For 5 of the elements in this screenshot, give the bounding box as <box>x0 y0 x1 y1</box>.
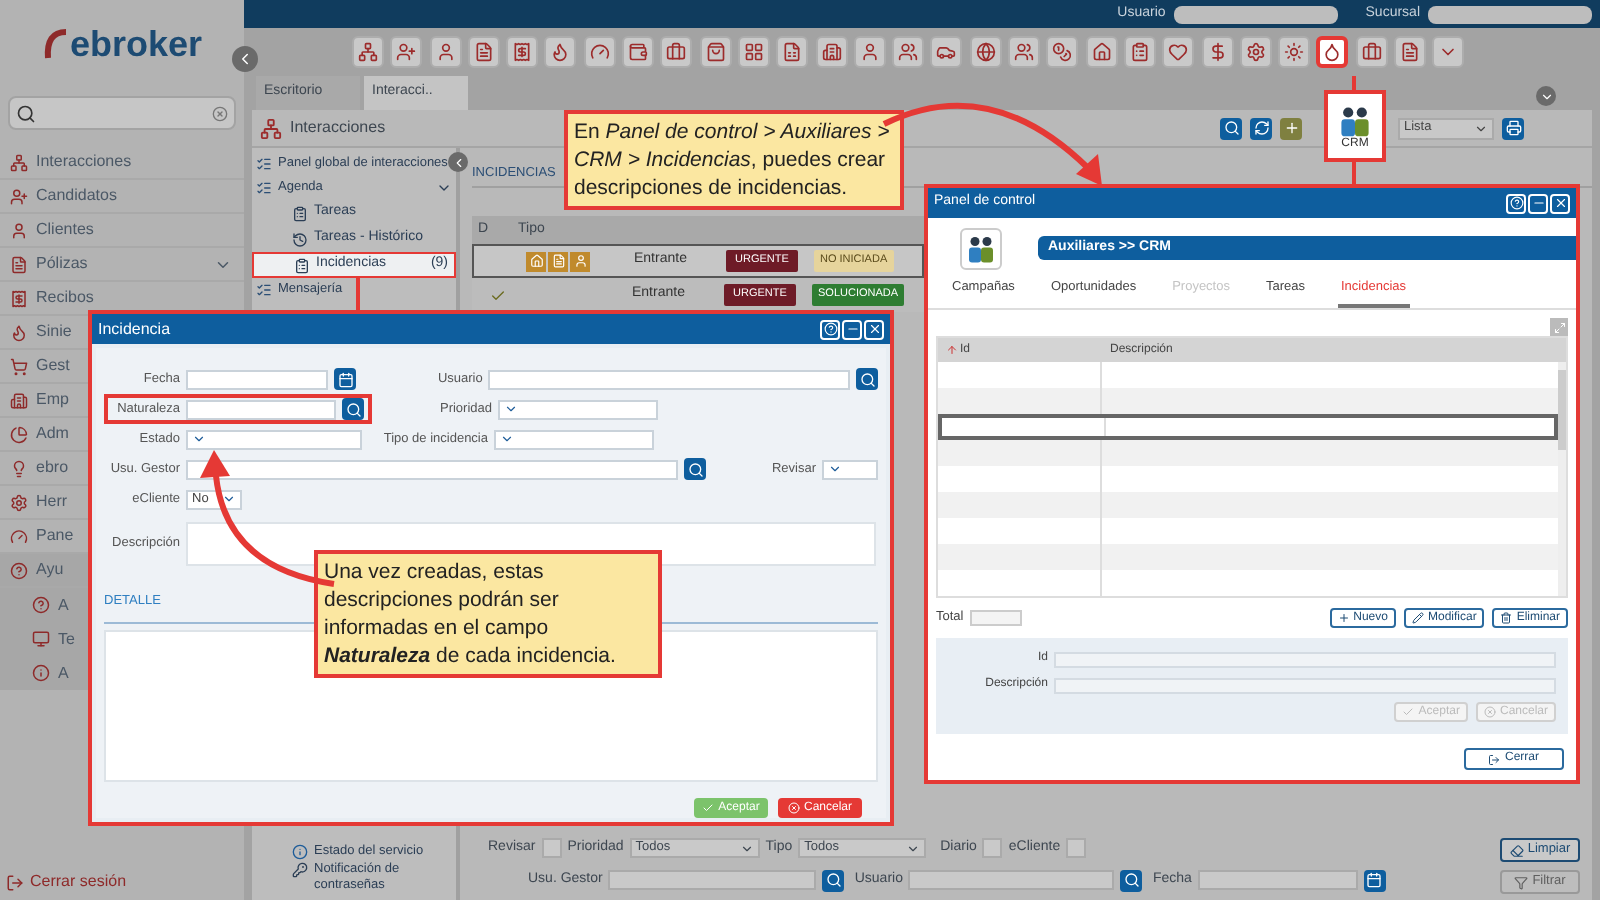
callout-note: Una vez creadas, estas descripciones podrán ser informadas en el campo Naturaleza de cada incidencia. <box>314 550 662 678</box>
callout-note: En Panel de control > Auxiliares > CRM > Incidencias, puedes crear descripciones de incidencias. <box>564 110 904 210</box>
logo-text: ebroker <box>69 26 203 62</box>
dialog-title: Incidencia <box>98 317 171 341</box>
module-title: Interacciones <box>290 116 386 140</box>
